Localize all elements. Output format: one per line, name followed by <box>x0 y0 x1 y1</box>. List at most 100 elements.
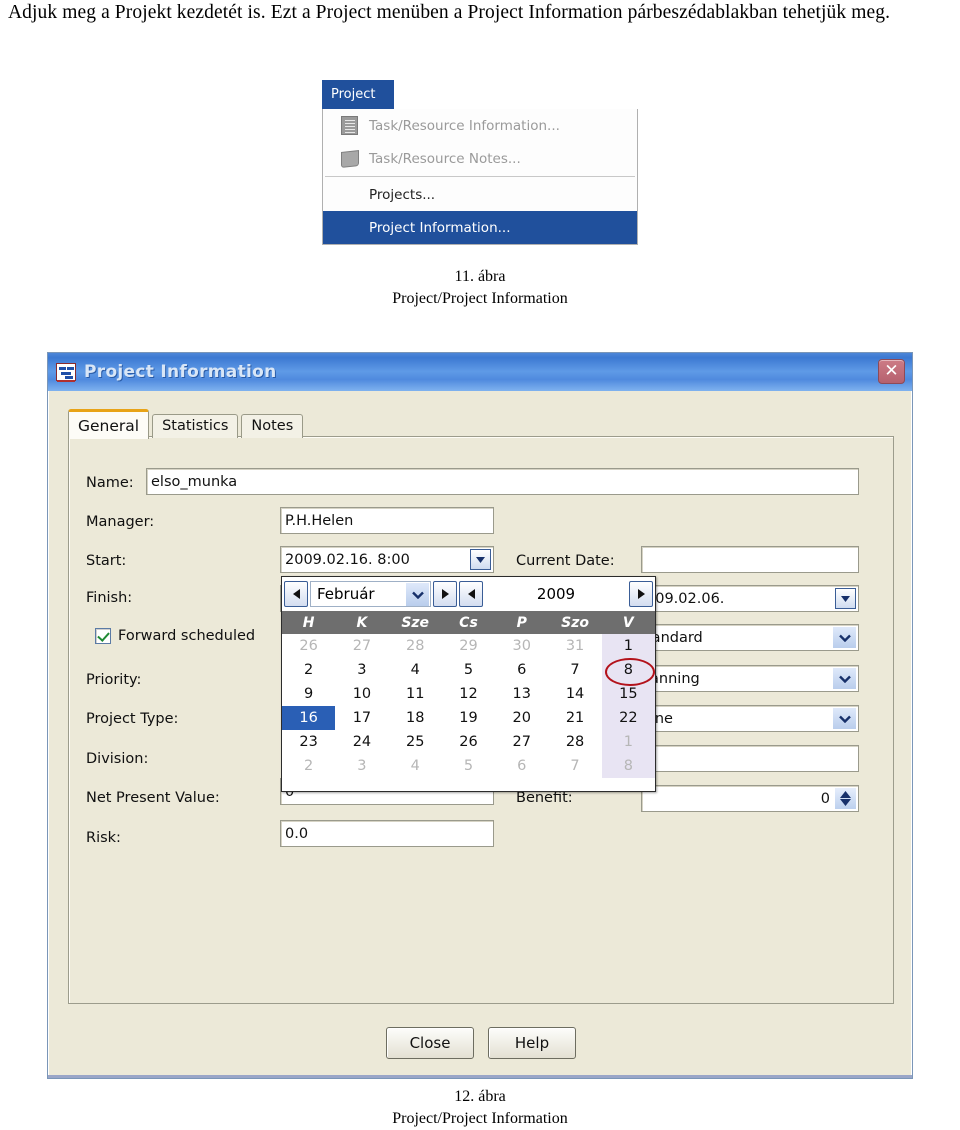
calendar-day-cell[interactable]: 6 <box>495 754 548 778</box>
calendar-day-cell[interactable]: 22 <box>601 706 655 730</box>
close-icon[interactable]: ✕ <box>878 359 905 384</box>
dialog-tabs: General Statistics Notes <box>68 409 304 439</box>
calendar-day-cell[interactable]: 29 <box>442 634 495 658</box>
second-date-input[interactable]: 009.02.06. <box>641 585 859 612</box>
tab-statistics[interactable]: Statistics <box>152 414 239 438</box>
calendar-day-cell[interactable]: 26 <box>442 730 495 754</box>
calendar-day-cell[interactable]: 8 <box>601 658 656 686</box>
month-value: Február <box>317 585 375 603</box>
label-project-type: Project Type: <box>86 711 179 727</box>
year-value[interactable]: 2009 <box>485 581 627 607</box>
calendar-day-cell[interactable]: 7 <box>548 754 601 778</box>
prev-year-icon[interactable] <box>459 581 483 607</box>
manager-input[interactable]: P.H.Helen <box>280 507 494 534</box>
calendar-day-cell[interactable]: 4 <box>389 754 442 778</box>
calendar-week-row: 16 17 18 19 20 21 22 <box>282 706 655 730</box>
chevron-down-icon[interactable] <box>833 708 856 729</box>
calendar-day-cell[interactable]: 24 <box>335 730 388 754</box>
calendar-day-cell[interactable]: 17 <box>335 706 388 730</box>
label-benefit: Benefit: <box>516 790 573 806</box>
prev-month-icon[interactable] <box>284 581 308 607</box>
close-button[interactable]: Close <box>386 1027 474 1059</box>
body-paragraph: Adjuk meg a Projekt kezdetét is. Ezt a P… <box>8 2 891 23</box>
calendar-day-cell[interactable]: 25 <box>389 730 442 754</box>
day-header: V <box>601 611 655 634</box>
calendar-day-cell[interactable]: 20 <box>495 706 548 730</box>
calendar-day-cell[interactable]: 8 <box>601 754 655 778</box>
calendar-day-cell[interactable]: 21 <box>548 706 601 730</box>
start-date-input[interactable]: 2009.02.16. 8:00 <box>280 546 494 573</box>
next-month-icon[interactable] <box>433 581 457 607</box>
calendar-day-cell[interactable]: 30 <box>495 634 548 658</box>
next-year-icon[interactable] <box>629 581 653 607</box>
dialog-titlebar[interactable]: Project Information ✕ <box>48 353 912 391</box>
calendar-day-cell[interactable]: 28 <box>548 730 601 754</box>
project-type-select[interactable]: one <box>641 705 859 732</box>
calendar-day-cell[interactable]: 4 <box>389 658 442 682</box>
forward-scheduled-checkbox[interactable]: Forward scheduled <box>95 628 255 644</box>
gantt-chart-icon <box>56 363 76 382</box>
risk-input[interactable]: 0.0 <box>280 820 494 847</box>
calendar-day-cell[interactable]: 16 <box>282 706 336 730</box>
current-date-input[interactable] <box>641 546 859 573</box>
name-input[interactable]: elso_munka <box>146 468 859 495</box>
calendar-day-cell[interactable]: 7 <box>548 658 601 682</box>
calendar-day-cell[interactable]: 1 <box>601 730 655 754</box>
calendar-select[interactable]: tandard <box>641 624 859 651</box>
menu-item-task-resource-notes[interactable]: Task/Resource Notes... <box>323 142 637 175</box>
calendar-day-cell[interactable]: 3 <box>335 658 388 682</box>
label-forward-scheduled: Forward scheduled <box>118 628 256 644</box>
chevron-down-icon[interactable] <box>835 588 856 609</box>
calendar-week-row: 2345678 <box>282 754 655 778</box>
chevron-down-icon[interactable] <box>406 583 429 606</box>
menu-item-task-resource-information[interactable]: Task/Resource Information... <box>323 109 637 142</box>
calendar-day-cell[interactable]: 27 <box>495 730 548 754</box>
menu-item-projects[interactable]: Projects... <box>323 178 637 211</box>
calendar-day-cell[interactable]: 26 <box>282 634 335 658</box>
calendar-day-cell[interactable]: 11 <box>389 682 442 706</box>
tab-general[interactable]: General <box>68 409 150 439</box>
figure-2-title: Project/Project Information <box>392 1110 568 1127</box>
calendar-day-cell[interactable]: 27 <box>335 634 388 658</box>
calendar-day-cell[interactable]: 31 <box>548 634 601 658</box>
calendar-day-cell[interactable]: 2 <box>282 658 335 682</box>
label-finish: Finish: <box>86 590 133 606</box>
calendar-week-row: 23 24 25 26 27 28 1 <box>282 730 655 754</box>
calendar-day-cell[interactable]: 13 <box>495 682 548 706</box>
division-input[interactable] <box>641 745 859 772</box>
note-icon <box>337 149 363 169</box>
tab-notes[interactable]: Notes <box>241 414 304 438</box>
calendar-day-cell[interactable]: 28 <box>389 634 442 658</box>
calendar-day-cell[interactable]: 5 <box>442 754 495 778</box>
calendar-day-cell[interactable]: 23 <box>282 730 335 754</box>
calendar-day-cell[interactable]: 6 <box>495 658 548 682</box>
chevron-down-icon[interactable] <box>833 627 856 648</box>
label-division: Division: <box>86 751 149 767</box>
benefit-spinner[interactable]: 0 <box>641 785 859 812</box>
day-header: H <box>282 611 336 634</box>
calendar-day-cell[interactable]: 5 <box>442 658 495 682</box>
chevron-down-icon[interactable] <box>833 668 856 689</box>
figure-2-caption: 12. ábra Project/Project Information <box>0 1086 960 1130</box>
month-select[interactable]: Február <box>310 581 431 607</box>
calendar-header: Február 2009 <box>282 577 655 611</box>
calendar-day-cell[interactable]: 12 <box>442 682 495 706</box>
stepper-icon[interactable] <box>835 788 856 809</box>
calendar-day-cell[interactable]: 2 <box>282 754 335 778</box>
calendar-day-cell[interactable]: 3 <box>335 754 388 778</box>
calendar-day-cell[interactable]: 1 <box>601 634 655 658</box>
day-header: P <box>495 611 549 634</box>
priority-select[interactable]: lanning <box>641 665 859 692</box>
calendar-day-cell[interactable]: 19 <box>442 706 495 730</box>
calendar-day-cell[interactable]: 14 <box>548 682 601 706</box>
menu-item-project-information[interactable]: Project Information... <box>323 211 637 244</box>
chevron-down-icon[interactable] <box>470 549 491 570</box>
calendar-day-cell[interactable]: 10 <box>335 682 388 706</box>
day-header: Szo <box>548 611 602 634</box>
help-button[interactable]: Help <box>488 1027 576 1059</box>
calendar-day-cell[interactable]: 9 <box>282 682 335 706</box>
calendar-day-cell[interactable]: 18 <box>389 706 442 730</box>
menu-title-project[interactable]: Project <box>322 80 394 109</box>
checkbox-icon[interactable] <box>95 628 111 644</box>
calendar-day-headers: H K Sze Cs P Szo V <box>282 611 655 634</box>
